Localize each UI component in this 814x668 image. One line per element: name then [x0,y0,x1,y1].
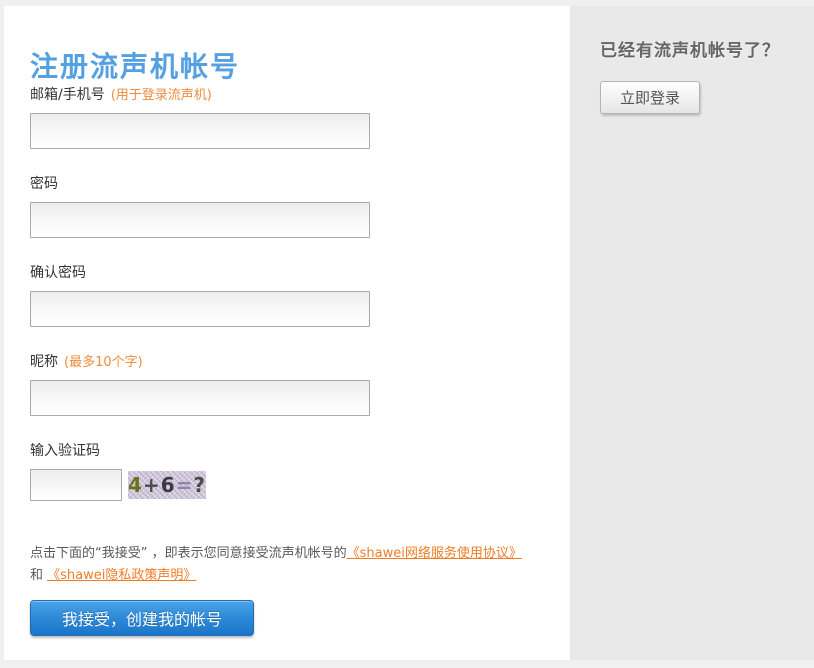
page-title: 注册流声机帐号 [30,45,240,85]
agreement-prefix: 点击下面的“我接受” ，即表示您同意接受流声机帐号的 [30,546,347,561]
email-input[interactable] [30,113,370,149]
captcha-label: 输入验证码 [30,440,370,460]
confirm-password-input[interactable] [30,291,370,327]
email-hint: (用于登录流声机) [111,88,212,103]
captcha-char: 6 [161,471,176,499]
privacy-link[interactable]: 《shawei隐私政策声明》 [47,568,196,583]
captcha-input[interactable] [30,469,122,501]
captcha-char: + [143,471,161,499]
captcha-char: 4 [128,471,143,499]
nickname-label: 昵称 (最多10个字) [30,351,370,371]
password-label-text: 密码 [30,176,58,192]
email-label-text: 邮箱/手机号 [30,87,105,103]
email-label: 邮箱/手机号 (用于登录流声机) [30,84,370,104]
nickname-label-text: 昵称 [30,354,58,370]
captcha-row: 4+6=? [30,469,370,501]
confirm-password-label: 确认密码 [30,262,370,282]
registration-form-panel: 注册流声机帐号 邮箱/手机号 (用于登录流声机) 密码 确认密码 昵称 (最多10个… [4,6,570,660]
field-group-captcha: 输入验证码 4+6=? [30,440,370,501]
captcha-char: = [176,471,194,499]
field-group-nickname: 昵称 (最多10个字) [30,351,370,416]
login-button[interactable]: 立即登录 [600,81,700,114]
password-input[interactable] [30,202,370,238]
nickname-input[interactable] [30,380,370,416]
terms-link[interactable]: 《shawei网络服务使用协议》 [347,546,522,561]
submit-button[interactable]: 我接受，创建我的帐号 [30,600,254,636]
password-label: 密码 [30,173,370,193]
registration-page: 注册流声机帐号 邮箱/手机号 (用于登录流声机) 密码 确认密码 昵称 (最多10个… [0,0,814,668]
agreement-text: 点击下面的“我接受” ，即表示您同意接受流声机帐号的《shawei网络服务使用协… [30,543,526,587]
agreement-conjunction: 和 [30,568,47,583]
field-group-email: 邮箱/手机号 (用于登录流声机) [30,84,370,149]
nickname-hint: (最多10个字) [64,355,143,370]
existing-account-heading: 已经有流声机帐号了？ [600,36,780,61]
captcha-char: ? [193,471,206,499]
field-group-confirm-password: 确认密码 [30,262,370,327]
field-group-password: 密码 [30,173,370,238]
captcha-image: 4+6=? [128,471,206,499]
login-sidebar: 已经有流声机帐号了？ 立即登录 [570,6,814,660]
confirm-password-label-text: 确认密码 [30,265,86,281]
